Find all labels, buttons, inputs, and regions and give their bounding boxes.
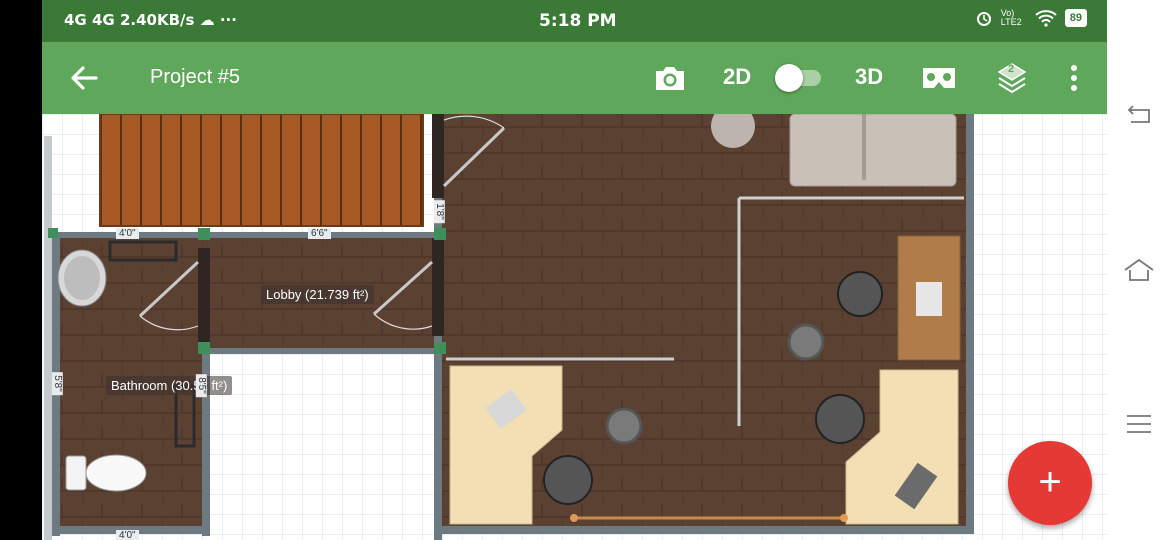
camera-icon[interactable] bbox=[652, 60, 688, 96]
room-label-bathroom[interactable]: Bathroom (30.52 ft²) bbox=[106, 376, 233, 395]
alarm-icon bbox=[976, 12, 991, 26]
project-title: Project #5 bbox=[150, 66, 241, 88]
dimension-bath-bottom: 4'0" bbox=[116, 530, 139, 540]
mode-2d-button[interactable]: 2D bbox=[723, 64, 751, 90]
add-button[interactable]: + bbox=[1008, 441, 1092, 525]
view-mode-toggle[interactable] bbox=[775, 64, 823, 92]
mode-3d-button[interactable]: 3D bbox=[855, 64, 883, 90]
lte-indicator: Vo) LTE2 bbox=[1000, 8, 1022, 27]
desk-top-right[interactable] bbox=[897, 235, 961, 361]
dimension-door-height: 1'8" bbox=[433, 200, 445, 223]
staircase[interactable] bbox=[99, 113, 424, 227]
back-arrow-icon[interactable] bbox=[64, 58, 104, 98]
dimension-bath-top: 4'0" bbox=[116, 228, 139, 239]
status-icons: Vo) LTE2 89 bbox=[975, 9, 1087, 27]
status-bar: 4G 4G 2.40KB/s ☁ ··· 5:18 PM Vo) LTE2 89 bbox=[42, 0, 1107, 42]
sofa[interactable] bbox=[789, 113, 957, 187]
stool[interactable] bbox=[605, 407, 643, 445]
nav-home-icon[interactable] bbox=[1121, 252, 1157, 288]
system-nav-bar bbox=[1107, 0, 1170, 540]
toilet[interactable] bbox=[65, 454, 147, 492]
stool[interactable] bbox=[787, 323, 825, 361]
floorplan-drawing bbox=[42, 104, 1107, 540]
dimension-lobby-top: 6'6" bbox=[308, 228, 331, 239]
nav-back-icon[interactable] bbox=[1121, 98, 1157, 134]
dimension-bath-left: 5'8" bbox=[51, 372, 63, 395]
wifi-icon bbox=[1035, 10, 1057, 27]
app-screen: 4G 4G 2.40KB/s ☁ ··· 5:18 PM Vo) LTE2 89… bbox=[42, 0, 1107, 540]
vr-headset-icon[interactable] bbox=[920, 62, 958, 94]
layers-badge: 2 bbox=[1008, 63, 1015, 75]
app-toolbar: Project #5 2D 3D 2 bbox=[42, 42, 1107, 114]
nav-menu-icon[interactable] bbox=[1121, 406, 1157, 442]
layers-button[interactable]: 2 bbox=[992, 58, 1032, 98]
battery-icon: 89 bbox=[1064, 9, 1087, 27]
floorplan-canvas[interactable]: Lobby (21.739 ft²) Bathroom (30.52 ft²) … bbox=[42, 104, 1107, 540]
clock: 5:18 PM bbox=[539, 11, 617, 31]
dimension-bath-inner: 8'5" bbox=[195, 374, 207, 397]
network-speed: 4G 4G 2.40KB/s ☁ ··· bbox=[64, 11, 237, 29]
more-options-icon[interactable] bbox=[1060, 60, 1088, 96]
sink[interactable] bbox=[57, 249, 107, 307]
room-label-lobby[interactable]: Lobby (21.739 ft²) bbox=[261, 285, 374, 304]
